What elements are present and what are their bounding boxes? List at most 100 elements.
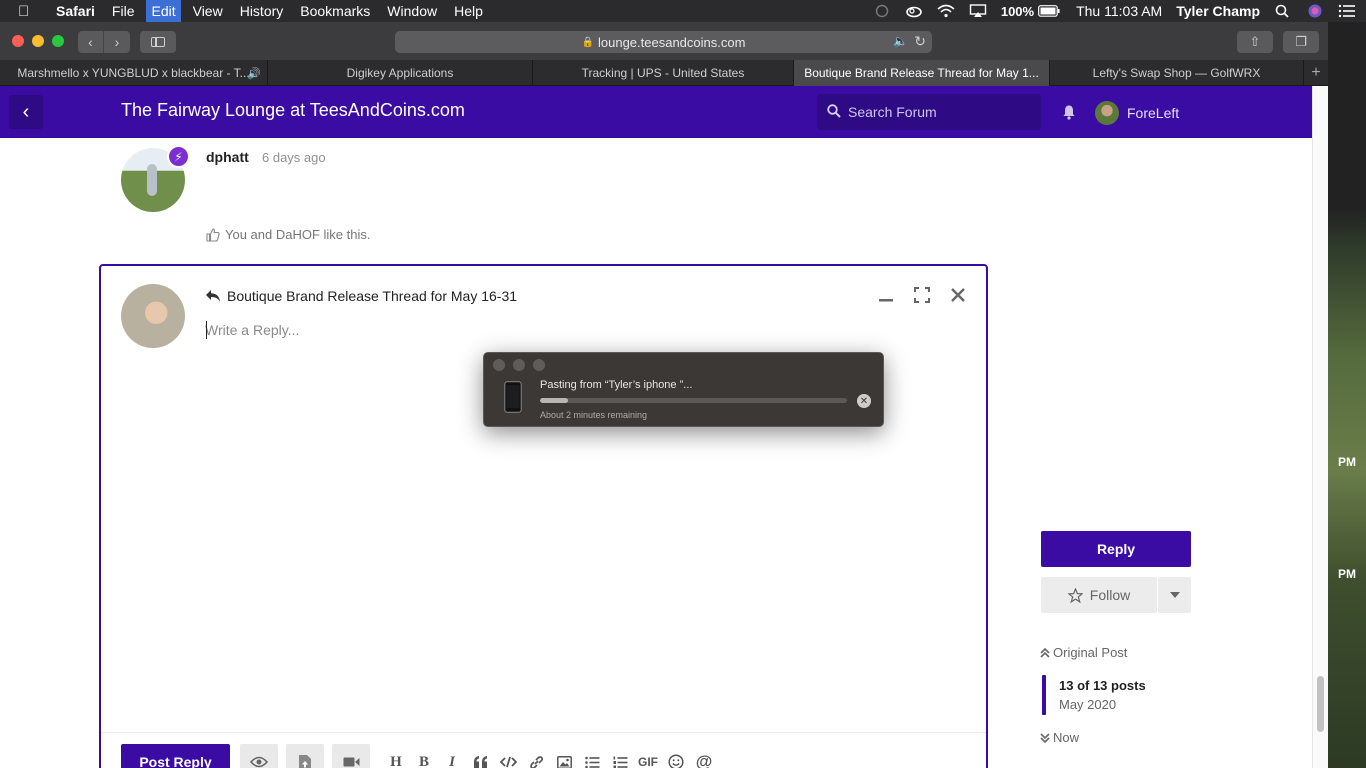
wifi-icon[interactable] — [937, 4, 955, 18]
composer-topic-title: Boutique Brand Release Thread for May 16… — [205, 288, 517, 304]
audio-playing-icon[interactable]: 🔈 — [893, 34, 908, 48]
battery-icon[interactable] — [1038, 5, 1060, 17]
blockquote-format-icon[interactable] — [470, 752, 490, 768]
desktop-wallpaper — [1328, 22, 1366, 768]
link-format-icon[interactable] — [526, 752, 546, 768]
address-bar[interactable]: 🔒 lounge.teesandcoins.com 🔈 ↻ — [395, 31, 932, 53]
show-tabs-button[interactable]: ❐ — [1283, 31, 1319, 53]
apple-menu-icon[interactable]:  — [18, 3, 38, 20]
menu-file[interactable]: File — [112, 3, 135, 19]
airplay-icon[interactable] — [969, 4, 987, 18]
reply-text-input[interactable] — [205, 318, 965, 342]
timeline-scrubber[interactable] — [1042, 675, 1046, 715]
tab-ups-tracking[interactable]: Tracking | UPS - United States — [533, 60, 794, 86]
zoom-window-button[interactable] — [52, 35, 64, 47]
new-tab-button[interactable]: + — [1304, 60, 1328, 86]
file-upload-icon — [299, 754, 311, 768]
creative-cloud-icon[interactable] — [905, 4, 923, 18]
share-button[interactable]: ⇧ — [1237, 31, 1273, 53]
post-likes[interactable]: You and DaHOF like this. — [206, 227, 370, 242]
menu-edit[interactable]: Edit — [146, 0, 181, 22]
star-icon — [1067, 587, 1083, 603]
time-machine-icon[interactable] — [873, 4, 891, 18]
double-chevron-down-icon — [1040, 732, 1050, 743]
post-reply-button[interactable]: Post Reply — [121, 744, 230, 768]
menu-view[interactable]: View — [193, 3, 223, 19]
link-icon — [529, 755, 543, 768]
tab-label: Lefty's Swap Shop — GolfWRX — [1092, 66, 1261, 80]
menu-window[interactable]: Window — [387, 3, 437, 19]
tab-label: Marshmello x YUNGBLUD x blackbear - T... — [17, 66, 250, 80]
bold-format-icon[interactable]: B — [414, 752, 434, 768]
likes-text: You and DaHOF like this. — [225, 227, 371, 242]
code-format-icon[interactable] — [498, 752, 518, 768]
close-composer-icon[interactable] — [950, 287, 966, 303]
reload-icon[interactable]: ↻ — [914, 33, 926, 50]
follow-options-dropdown[interactable] — [1158, 577, 1191, 613]
code-icon — [499, 756, 517, 768]
menubar-user[interactable]: Tyler Champ — [1176, 3, 1260, 19]
user-avatar[interactable] — [1095, 101, 1119, 125]
post-count: 13 of 13 posts — [1059, 678, 1146, 693]
tab-golfwrx[interactable]: Lefty's Swap Shop — GolfWRX — [1050, 60, 1304, 86]
notification-center-icon[interactable] — [1338, 4, 1356, 18]
tab-marshmello[interactable]: Marshmello x YUNGBLUD x blackbear - T...… — [0, 60, 268, 86]
header-back-button[interactable]: ‹ — [9, 95, 43, 129]
menubar-clock[interactable]: Thu 11:03 AM — [1076, 3, 1162, 19]
search-input[interactable] — [817, 94, 1041, 130]
post-timestamp[interactable]: 6 days ago — [262, 150, 326, 165]
fullscreen-composer-icon[interactable] — [914, 287, 930, 303]
menu-history[interactable]: History — [240, 3, 284, 19]
notifications-bell-icon[interactable] — [1061, 104, 1077, 120]
follow-label: Follow — [1089, 587, 1131, 603]
jump-to-original-post[interactable]: Original Post — [1040, 645, 1127, 660]
cancel-paste-icon[interactable]: ✕ — [857, 394, 871, 408]
header-username[interactable]: ForeLeft — [1127, 105, 1179, 121]
sidebar-toggle-button[interactable] — [140, 31, 176, 53]
image-format-icon[interactable] — [554, 752, 574, 768]
menu-app-name[interactable]: Safari — [56, 3, 95, 19]
follow-button[interactable]: Follow — [1041, 577, 1157, 613]
page-scrollbar[interactable] — [1312, 86, 1328, 768]
post-date: May 2020 — [1059, 697, 1117, 712]
menu-bookmarks[interactable]: Bookmarks — [300, 3, 370, 19]
reply-button[interactable]: Reply — [1041, 531, 1191, 567]
composer-title-text: Boutique Brand Release Thread for May 16… — [227, 288, 518, 304]
spotlight-search-icon[interactable] — [1274, 4, 1292, 18]
preview-button[interactable] — [240, 744, 278, 768]
menu-help[interactable]: Help — [454, 3, 483, 19]
forum-header: ‹ The Fairway Lounge at TeesAndCoins.com… — [0, 86, 1312, 138]
tab-boutique-thread[interactable]: Boutique Brand Release Thread for May 1.… — [794, 60, 1050, 86]
emoji-icon[interactable] — [666, 752, 686, 768]
tab-digikey[interactable]: Digikey Applications — [268, 60, 533, 86]
gif-insert-button[interactable]: GIF — [636, 752, 660, 768]
tab-label: Digikey Applications — [346, 66, 454, 80]
video-button[interactable] — [332, 744, 370, 768]
paste-message: Pasting from “Tyler’s iphone ”... — [540, 379, 693, 391]
dialog-close-dot — [493, 359, 505, 371]
mention-icon[interactable]: @ — [694, 752, 714, 768]
video-camera-icon — [343, 757, 359, 767]
paste-progress-fill — [540, 398, 568, 403]
back-button[interactable]: ‹ — [78, 31, 104, 53]
siri-icon[interactable] — [1306, 4, 1324, 18]
forward-button[interactable]: › — [104, 31, 130, 53]
forum-title[interactable]: The Fairway Lounge at TeesAndCoins.com — [121, 100, 465, 121]
speaker-icon[interactable]: 🔊 — [247, 67, 261, 80]
now-label: Now — [1053, 730, 1080, 745]
scrollbar-thumb[interactable] — [1317, 676, 1324, 732]
numbered-list-icon[interactable] — [610, 752, 630, 768]
minimize-composer-icon[interactable] — [878, 287, 894, 303]
bullet-list-icon[interactable] — [582, 752, 602, 768]
close-window-button[interactable] — [12, 35, 24, 47]
double-chevron-up-icon — [1040, 647, 1050, 658]
quote-icon — [473, 756, 487, 768]
ordered-list-icon — [613, 756, 627, 768]
heading-format-icon[interactable]: H — [386, 752, 406, 768]
minimize-window-button[interactable] — [32, 35, 44, 47]
jump-to-now[interactable]: Now — [1040, 730, 1079, 745]
upload-button[interactable] — [286, 744, 324, 768]
post-author-name[interactable]: dphatt — [206, 149, 249, 165]
italic-format-icon[interactable]: I — [442, 752, 462, 768]
desktop-time-label: PM — [1338, 567, 1356, 581]
